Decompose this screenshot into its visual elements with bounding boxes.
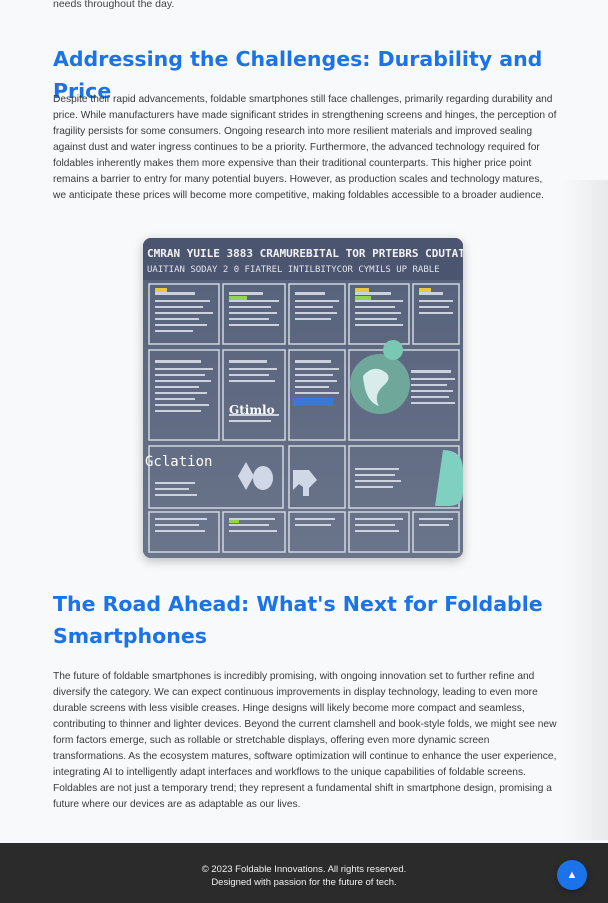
infographic-panel-label-1: Gtimlo	[229, 403, 275, 417]
side-panel-shadow	[562, 180, 608, 840]
section-body-road-ahead: The future of foldable smartphones is in…	[53, 671, 557, 810]
infographic-panel-label-2: Gclation	[145, 454, 212, 470]
section-heading-road-ahead: The Road Ahead: What's Next for Foldable…	[53, 592, 543, 648]
section-challenges-body: Despite their rapid advancements, foldab…	[53, 92, 558, 204]
site-footer: © 2023 Foldable Innovations. All rights …	[0, 843, 608, 903]
scroll-to-top-button[interactable]: ▲	[557, 860, 587, 890]
arrow-up-icon: ▲	[566, 869, 578, 881]
infographic-art: CMRAN YUILE 3883 CRAMUREBITAL TOR PRTEBR…	[143, 238, 463, 558]
infographic-image: CMRAN YUILE 3883 CRAMUREBITAL TOR PRTEBR…	[143, 238, 463, 558]
infographic-headline-1: CMRAN YUILE 3883 CRAMUREBITAL TOR PRTEBR…	[147, 247, 463, 260]
footer-tagline: Designed with passion for the future of …	[211, 877, 397, 888]
previous-paragraph-tail: needs throughout the day.	[53, 0, 175, 10]
article-page: needs throughout the day. Addressing the…	[0, 0, 608, 903]
section-road-ahead-body: The future of foldable smartphones is in…	[53, 669, 558, 813]
section-body-challenges: Despite their rapid advancements, foldab…	[53, 94, 557, 201]
infographic-headline-2: UAITIAN SODAY 2 0 FIATREL INTILBITYCOR C…	[147, 265, 440, 275]
footer-copyright: © 2023 Foldable Innovations. All rights …	[201, 864, 407, 875]
section-road-ahead: The Road Ahead: What's Next for Foldable…	[53, 588, 558, 652]
